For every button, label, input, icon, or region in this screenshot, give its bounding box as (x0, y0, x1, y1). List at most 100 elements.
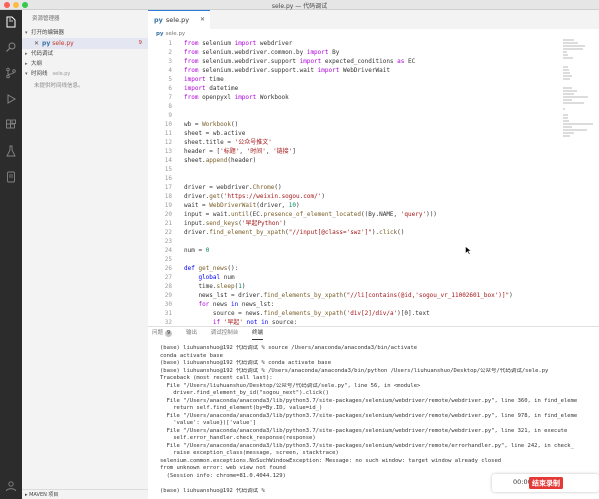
open-editor-filename: sele.py (52, 40, 74, 47)
code-line[interactable]: 19 wait = WebDriverWait(driver, 10) (148, 201, 599, 210)
code-line[interactable]: 17 driver = webdriver.Chrome() (148, 183, 599, 192)
code-token: input. (184, 220, 206, 227)
code-line[interactable]: 23 (148, 237, 599, 246)
code-token: selenium.webdriver.support.wait (198, 67, 318, 74)
minimap-line (563, 129, 587, 131)
code-token: import (234, 40, 257, 47)
code-line[interactable]: 24 num = 0 (148, 246, 599, 255)
code-text: if '早起' not in source: (184, 318, 297, 326)
terminal[interactable]: (base) liuhuanshuo@192 代码调试 % source /Us… (148, 339, 599, 495)
code-line[interactable]: 12 sheet.title = '公众号推文' (148, 138, 599, 147)
code-token: sleep (216, 283, 235, 290)
code-line[interactable]: 21 input.send_keys('早起Python') (148, 219, 599, 228)
code-line[interactable]: 28 time.sleep(1) (148, 282, 599, 291)
code-line[interactable]: 9 (148, 111, 599, 120)
tab-output[interactable]: 输出 (186, 327, 197, 339)
line-number: 17 (164, 184, 172, 191)
maven-section[interactable]: ▸ MAVEN 项目 (22, 489, 148, 499)
code-line[interactable]: 1 from selenium import webdriver (148, 39, 599, 48)
code-token: '标题' (220, 148, 240, 155)
code-token: EC (404, 58, 416, 65)
line-number: 27 (164, 274, 172, 281)
code-line[interactable]: 25 (148, 255, 599, 264)
breadcrumb[interactable]: py sele.py (148, 29, 599, 39)
code-line[interactable]: 6 import datetime (148, 84, 599, 93)
timeline-section[interactable]: ▾ 时间线 sele.py (22, 69, 148, 79)
code-editor[interactable]: 1 from selenium import webdriver 2 from sel… (148, 39, 599, 326)
code-line[interactable]: 4 from selenium.webdriver.support.wait im… (148, 66, 599, 75)
code-line[interactable]: 26 def get_news(): (148, 264, 599, 273)
source-control-icon[interactable] (5, 67, 17, 79)
code-line[interactable]: 27 global num (148, 273, 599, 282)
close-editor-icon[interactable]: ✕ (34, 40, 39, 47)
code-text: from selenium import webdriver (184, 39, 292, 48)
code-token: '早起' (223, 319, 243, 326)
code-line[interactable]: 8 (148, 102, 599, 111)
code-line[interactable]: 22 driver.find_element_by_xpath("//input[… (148, 228, 599, 237)
minimap-line (563, 72, 571, 74)
code-line[interactable]: 13 header = ['标题', '时间', '链接'] (148, 147, 599, 156)
code-token: find_elements_by_xpath (263, 310, 343, 317)
tab-terminal[interactable]: 终端 (251, 327, 263, 340)
minimap-line (563, 42, 579, 44)
code-token: input = wait. (184, 211, 231, 218)
extensions-icon[interactable] (5, 119, 17, 131)
open-editor-item[interactable]: ✕ py sele.py 9 (22, 38, 148, 49)
code-line[interactable]: 31 source = news.find_elements_by_xpath(… (148, 309, 599, 318)
minimap-line (563, 123, 593, 125)
code-line[interactable]: 2 from selenium.webdriver.common.by impor… (148, 48, 599, 57)
code-token: from (184, 49, 199, 56)
code-token: ) (509, 292, 513, 299)
stop-recording-button[interactable]: 结束录制 (529, 477, 563, 489)
code-token: Workbook (202, 121, 231, 128)
notebook-icon[interactable] (5, 171, 17, 183)
code-token: ((By.NAME, (361, 211, 401, 218)
run-debug-icon[interactable] (5, 93, 17, 105)
code-line[interactable]: 29 news_lst = driver.find_elements_by_xp… (148, 291, 599, 300)
code-line[interactable]: 11 sheet = wb.active (148, 129, 599, 138)
code-line[interactable]: 5 import time (148, 75, 599, 84)
tab-debug-console[interactable]: 调试控制台 (211, 327, 239, 339)
terminal-line: (base) liuhuanshuo@192 代码调试 % conda acti… (160, 360, 332, 366)
code-line[interactable]: 30 for news in news_lst: (148, 300, 599, 309)
code-line[interactable]: 18 driver.get('https://weixin.sogou.com/'… (148, 192, 599, 201)
code-line[interactable]: 32 if '早起' not in source: (148, 318, 599, 326)
code-line[interactable]: 3 from selenium.webdriver.support import … (148, 57, 599, 66)
code-line[interactable]: 16 (148, 174, 599, 183)
code-line[interactable]: 14 sheet.append(header) (148, 156, 599, 165)
line-number: 3 (168, 58, 172, 65)
line-number: 2 (168, 49, 172, 56)
minimap-line (563, 96, 588, 98)
code-token: '公众号推文' (234, 139, 272, 146)
outline-section[interactable]: ▸ 大纲 (22, 59, 148, 69)
code-lines: 1 from selenium import webdriver 2 from sel… (148, 39, 599, 326)
minimap-line (563, 120, 569, 122)
minimap[interactable] (563, 39, 593, 326)
code-text: input = wait.until(EC.presence_of_elemen… (184, 210, 437, 219)
testing-icon[interactable] (5, 145, 17, 157)
code-token: () (274, 184, 282, 191)
code-text: driver.get('https://weixin.sogou.com/') (184, 192, 325, 201)
account-icon[interactable] (5, 480, 17, 492)
code-token: global (198, 274, 221, 281)
open-editors-section[interactable]: ▾ 打开的编辑器 (22, 28, 148, 38)
workspace-folder-section[interactable]: ▸ 代码调试 (22, 49, 148, 59)
code-line[interactable]: 10 wb = Workbook() (148, 120, 599, 129)
tab-problems[interactable]: 问题 9 (152, 327, 173, 339)
tab-sele-py[interactable]: py sele.py ✕ (148, 10, 210, 29)
timeline-empty-message: 未提供时间线信息。 (34, 83, 84, 89)
code-token: source = news. (184, 310, 264, 317)
explorer-icon[interactable] (5, 16, 17, 28)
search-icon[interactable] (5, 41, 17, 53)
code-line[interactable]: 20 input = wait.until(EC.presence_of_elem… (148, 210, 599, 219)
code-line[interactable]: 7 from openpyxl import Workbook (148, 93, 599, 102)
code-line[interactable]: 15 (148, 165, 599, 174)
terminal-line: File "/Users/anaconda/anaconda3/lib/pyth… (160, 427, 568, 434)
line-number: 14 (164, 157, 172, 164)
code-token: () (397, 229, 405, 236)
code-token: import (184, 85, 206, 92)
terminal-line: File "/Users/anaconda/anaconda3/lib/pyth… (160, 442, 574, 449)
minimap-line (563, 66, 569, 68)
close-tab-icon[interactable]: ✕ (200, 11, 205, 29)
code-text: sheet.title = '公众号推文' (184, 138, 272, 147)
